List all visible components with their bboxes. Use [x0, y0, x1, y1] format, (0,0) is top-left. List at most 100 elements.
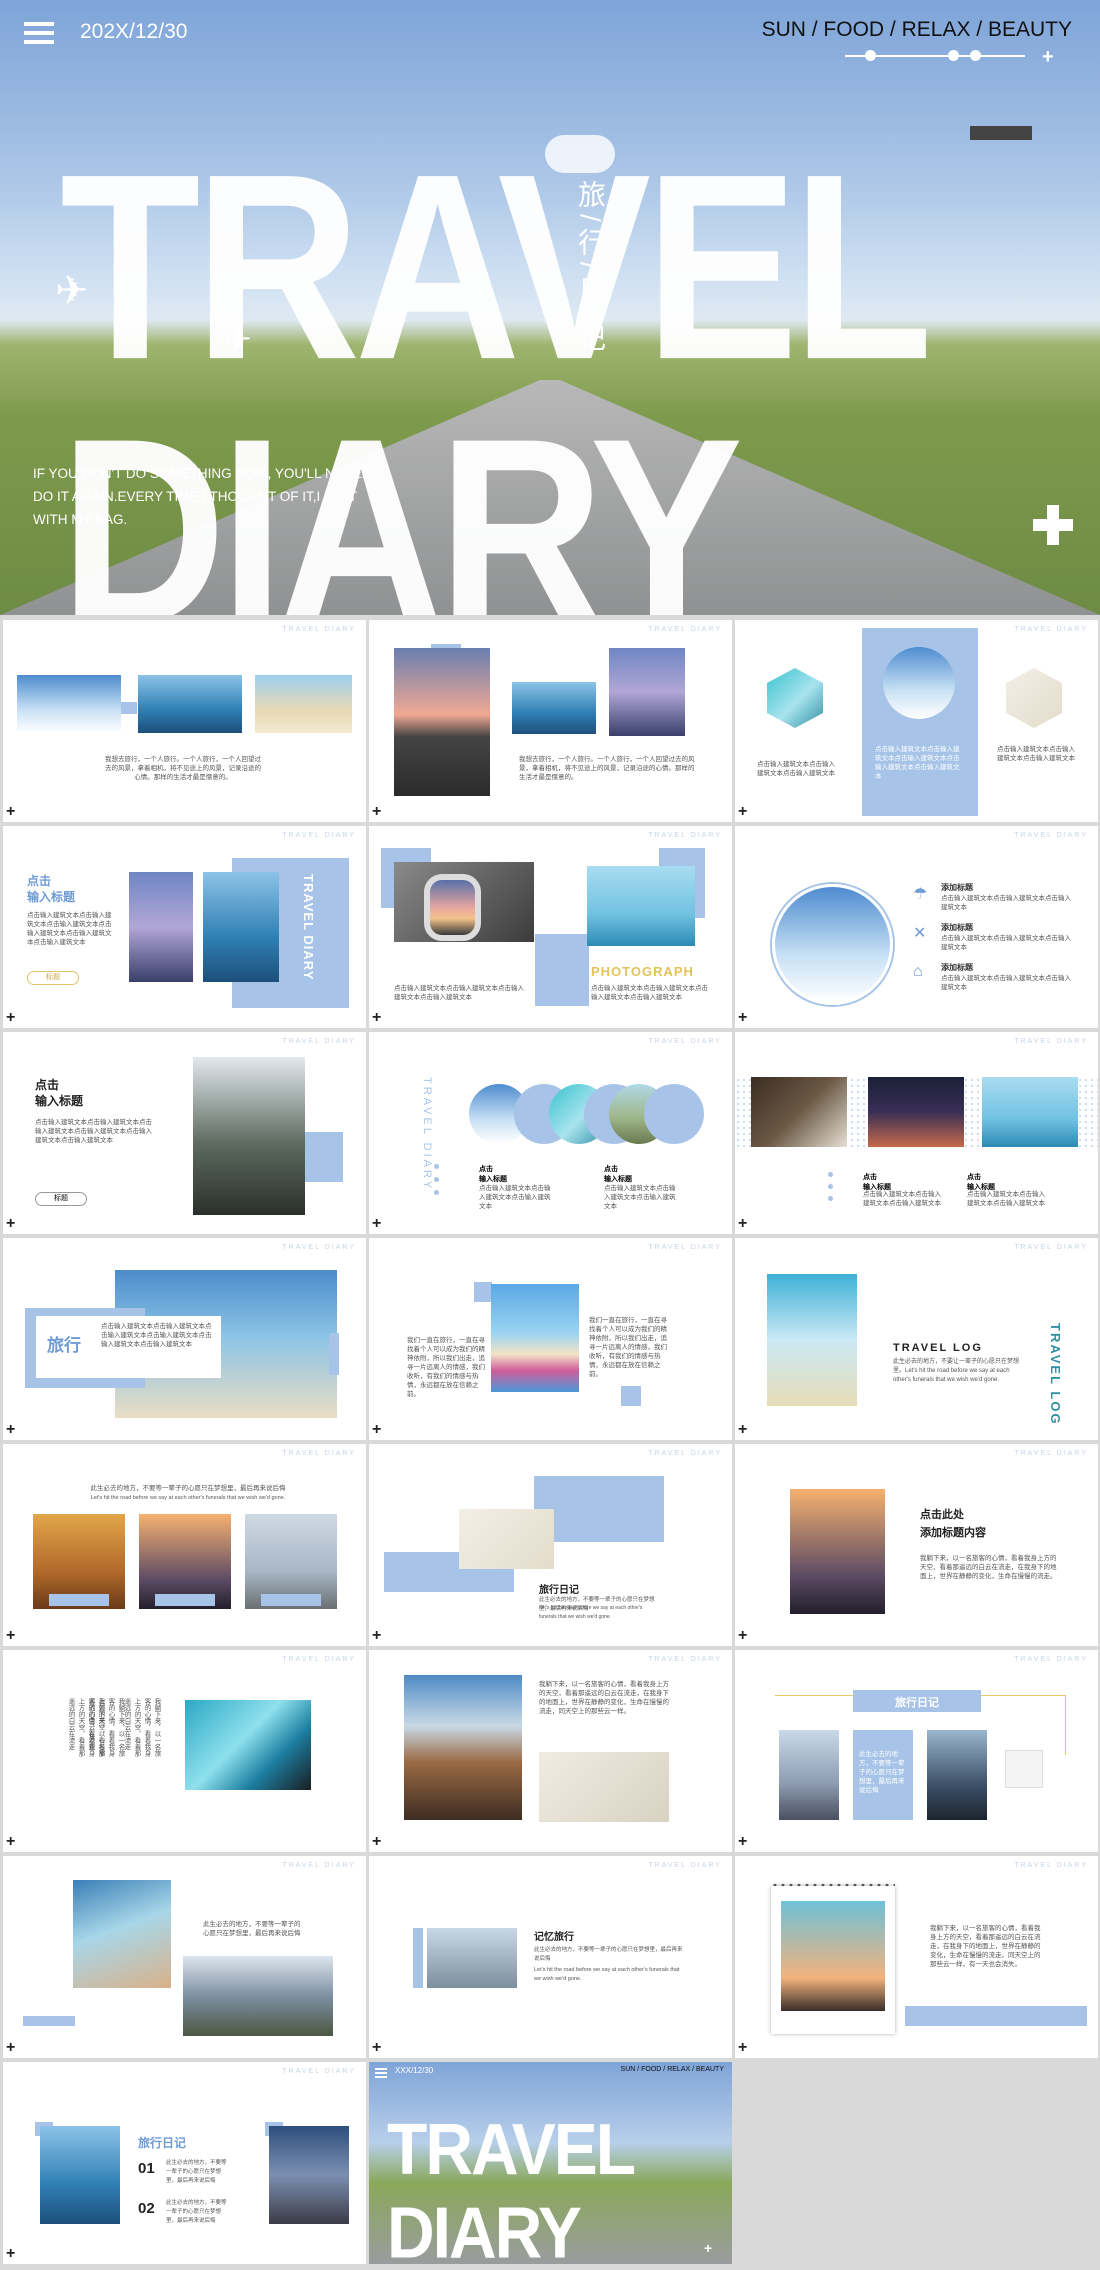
circle-photo-santorini: [772, 884, 893, 1005]
slide-9[interactable]: TRAVEL DIARY 点击 输入标题 点击输入建筑文本点击输入建筑文本点击输入…: [735, 1032, 1098, 1234]
slide-title: 输入标题: [35, 1094, 84, 1108]
photo-cliff: [193, 1057, 305, 1215]
slide-tag: TRAVEL DIARY: [282, 1450, 356, 1457]
slide-tag: TRAVEL DIARY: [648, 1038, 722, 1045]
accent-block: [535, 934, 589, 1006]
spiral-binding: [771, 1882, 895, 1888]
plus-icon: +: [738, 1009, 748, 1026]
slide-title: 点击此处: [920, 1509, 964, 1521]
accent-block: [49, 1594, 109, 1606]
dot: [434, 1164, 439, 1169]
photo-sunset-couple: [790, 1489, 885, 1614]
slide-text: 我躺下来，以一名旅客的心情，看着我身上方的天空，看着那遥远的白云在流走，在我身下…: [539, 1681, 669, 1715]
cover-title: TRAVEL DIARY: [387, 2108, 635, 2264]
menu-icon[interactable]: [24, 22, 54, 44]
slide-tag: TRAVEL DIARY: [1014, 832, 1088, 839]
hero-nav: SUN / FOOD / RELAX / BEAUTY: [761, 18, 1072, 41]
vertical-title: TRAVEL LOG: [1048, 1323, 1063, 1426]
slide-16[interactable]: TRAVEL DIARY 我躺下来，以一名旅客的心情，看着我身上方的天空、看着那…: [3, 1650, 366, 1852]
photo-temple: [269, 2126, 349, 2224]
slide-4[interactable]: TRAVEL DIARY 点击 输入标题 点击输入建筑文本点击输入建筑文本点击输…: [3, 826, 366, 1028]
photo-skyscraper: [779, 1730, 839, 1820]
slide-title: 旅行日记: [539, 1585, 579, 1596]
slide-18[interactable]: TRAVEL DIARY 旅行日记 此生必去的地方，不要等一辈子的心愿只在梦想里…: [735, 1650, 1098, 1852]
item-number: 02: [138, 2200, 155, 2217]
item-text: 此生必去的地方，不要等一辈子的心愿只在梦想里，最后再来说后悔: [166, 2200, 227, 2224]
slide-text: 我躺下来，以一名旅客的心情，看着我身上方的天空，看着那遥远的白云在流走，在我身下…: [930, 1925, 1041, 1968]
slide-text: 点击输入建筑文本点击输入建筑文本点击输入建筑文本点击输入建筑文本点击输入建筑文本: [875, 746, 960, 780]
slide-11[interactable]: TRAVEL DIARY 我们一直在旅行，一直在寻找着个人可以成为我们的精神依附…: [369, 1238, 732, 1440]
plus-icon: +: [6, 803, 16, 820]
item-text: 点击输入建筑文本点击输入建筑文本点击输入建筑文本: [941, 975, 1071, 991]
slide-1[interactable]: TRAVEL DIARY 我想去旅行，一个人旅行。一个人旅行，一个人回望过去的风…: [3, 620, 366, 822]
item-title: 添加标题: [941, 923, 973, 932]
photo-airport: [427, 1928, 517, 1988]
slide-title: 点击: [27, 874, 52, 888]
photo-santorini: [17, 675, 121, 733]
slide-text: 点击输入建筑文本点击输入建筑文本点击输入建筑文本点击输入建筑文本: [394, 985, 524, 1001]
slide-23-cover[interactable]: XXX/12/30 SUN / FOOD / RELAX / BEAUTY TR…: [369, 2062, 732, 2264]
slide-text: 我们一直在旅行，一直在寻找着个人可以成为我们的精神依附，所以我们出走，追寻一片远…: [407, 1337, 485, 1398]
photo-road-sunset: [394, 648, 490, 796]
slide-5[interactable]: TRAVEL DIARY PHOTOGRAPH 点击输入建筑文本点击输入建筑文本…: [369, 826, 732, 1028]
dot: [434, 1190, 439, 1195]
slide-12[interactable]: TRAVEL DIARY TRAVEL LOG 此生必去的地方，不要让一辈子的心…: [735, 1238, 1098, 1440]
slide-text: 点击输入建筑文本点击输入建筑文本点击输入建筑文本点击输入建筑文本点击输入建筑文本…: [101, 1323, 212, 1348]
slide-subtext: Let's hit the road before we say at each…: [90, 1495, 286, 1501]
slide-2[interactable]: TRAVEL DIARY 我想去旅行，一个人旅行。一个人旅行，一个人回望过去的风…: [369, 620, 732, 822]
item-text: 点击输入建筑文本点击输入建筑文本点击输入建筑文本: [941, 895, 1071, 911]
hero-slide: TRAVELDIARY 旅/行/日/记 202X/12/30 SUN / FOO…: [0, 0, 1100, 615]
slide-19[interactable]: TRAVEL DIARY 此生必去的地方，不要等一辈子的心愿只在梦想里，最后再来…: [3, 1856, 366, 2058]
photo-camera-hand: [767, 1274, 857, 1406]
slide-tag: TRAVEL DIARY: [1014, 1244, 1088, 1251]
slide-text: 此生必去的地方，不要让一辈子的心愿只在梦想里。Let's hit the roa…: [893, 1359, 1020, 1383]
hero-date: 202X/12/30: [80, 20, 188, 43]
slide-3[interactable]: TRAVEL DIARY 点击输入建筑文本点击输入建筑文本点击输入建筑文本 点击…: [735, 620, 1098, 822]
plus-icon: +: [6, 1215, 16, 1232]
slide-tag: TRAVEL DIARY: [282, 832, 356, 839]
plus-icon: +: [6, 1421, 16, 1438]
cover-nav: SUN / FOOD / RELAX / BEAUTY: [620, 2066, 724, 2073]
slide-10[interactable]: TRAVEL DIARY 旅行 点击输入建筑文本点击输入建筑文本点击输入建筑文本…: [3, 1238, 366, 1440]
slide-tag: TRAVEL DIARY: [282, 1862, 356, 1869]
accent-block: [121, 702, 137, 714]
dot: [828, 1184, 833, 1189]
slide-22[interactable]: TRAVEL DIARY 旅行日记 01 此生必去的地方，不要等一辈子的心愿只在…: [3, 2062, 366, 2264]
slide-tag: TRAVEL DIARY: [648, 1450, 722, 1457]
plus-icon: +: [6, 1627, 16, 1644]
accent-block: [23, 2016, 75, 2026]
plus-icon: +: [372, 2039, 382, 2056]
circle-accent: [644, 1084, 704, 1144]
slide-8[interactable]: TRAVEL DIARY TRAVEL DIARY 点击 输入标题 点击输入建筑文…: [369, 1032, 732, 1234]
slide-20[interactable]: TRAVEL DIARY 记忆旅行 此生必去的地方，不要等一辈子的心愿只在梦想里…: [369, 1856, 732, 2058]
slide-17[interactable]: TRAVEL DIARY 我躺下来，以一名旅客的心情，看着我身上方的天空，看着那…: [369, 1650, 732, 1852]
item-title: 点击 输入标题: [604, 1166, 632, 1183]
slide-title: TRAVEL LOG: [893, 1342, 983, 1354]
title-button[interactable]: 标题: [27, 971, 79, 985]
slide-7[interactable]: TRAVEL DIARY 点击 输入标题 点击输入建筑文本点击输入建筑文本点击输…: [3, 1032, 366, 1234]
menu-icon[interactable]: [375, 2068, 387, 2070]
vertical-title: TRAVEL DIARY: [301, 874, 316, 981]
photo-silhouette: [927, 1730, 987, 1820]
photo-map: [459, 1509, 554, 1569]
slide-text: 我想去旅行，一个人旅行。一个人旅行，一个人回望过去的风景，拿着相机，将不见途上的…: [105, 756, 261, 781]
slide-tag: TRAVEL DIARY: [648, 626, 722, 633]
item-title: 点击 输入标题: [863, 1174, 891, 1191]
plus-icon: +: [372, 803, 382, 820]
photo-beach-car: [255, 675, 352, 733]
slide-tag: TRAVEL DIARY: [1014, 1450, 1088, 1457]
slide-14[interactable]: TRAVEL DIARY 旅行日记 此生必去的地方，不要等一辈子的心愿只在梦想里…: [369, 1444, 732, 1646]
slide-15[interactable]: TRAVEL DIARY 点击此处 添加标题内容 我躺下来，以一名旅客的心情，看…: [735, 1444, 1098, 1646]
title-button[interactable]: 标题: [35, 1192, 87, 1206]
slide-13[interactable]: TRAVEL DIARY 此生必去的地方，不要等一辈子的心愿只在梦想里，最后再来…: [3, 1444, 366, 1646]
hero-vertical-cn: 旅/行/日/记: [575, 180, 606, 358]
accent-block: [155, 1594, 215, 1606]
item-title: 点击 输入标题: [479, 1166, 507, 1183]
building-icon: ⌂: [913, 963, 923, 980]
accent-block: [413, 1928, 423, 1988]
vertical-text: 我躺下来，以一名旅客的心情，看着我身上方的天空、看着那遥远的白云在流走: [87, 1698, 124, 1757]
slide-21[interactable]: TRAVEL DIARY 我躺下来，以一名旅客的心情，看着我身上方的天空，看着那…: [735, 1856, 1098, 2058]
slide-6[interactable]: TRAVEL DIARY ☂ ✕ ⌂ 添加标题 点击输入建筑文本点击输入建筑文本…: [735, 826, 1098, 1028]
photo-sailboat: [40, 2126, 120, 2224]
slide-text: 此生必去的地方，不要等一辈子的心愿只在梦想里，最后再来说后悔: [203, 1921, 301, 1937]
